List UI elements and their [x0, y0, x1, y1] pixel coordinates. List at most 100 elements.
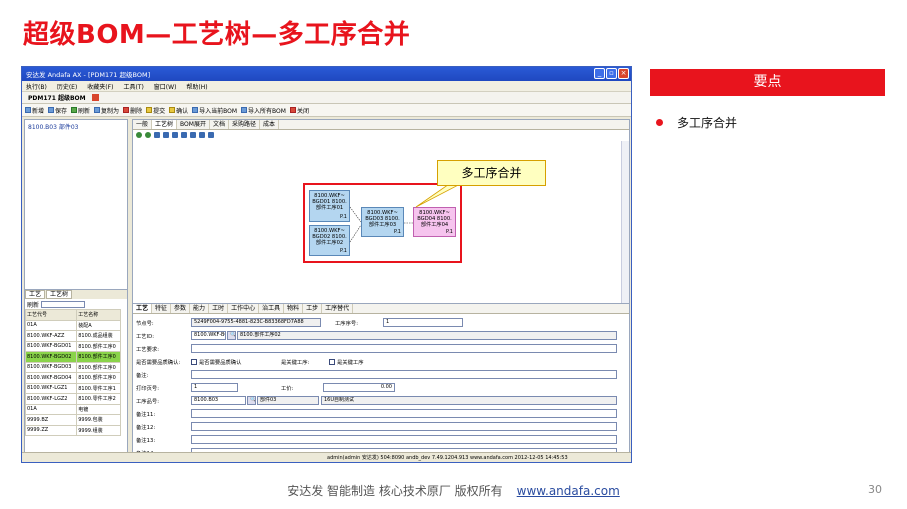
- tab-params[interactable]: 参数: [171, 304, 191, 313]
- tab-general[interactable]: 一般: [133, 120, 153, 129]
- table-row[interactable]: 8100.WKF-AZZ 8100.成品组装: [24, 330, 121, 342]
- note-field[interactable]: [191, 370, 617, 379]
- note13-label: 备注13:: [136, 438, 156, 444]
- confirm-button[interactable]: 确认: [169, 106, 188, 115]
- note13-field[interactable]: [191, 435, 617, 444]
- table-row[interactable]: 8100.WKF-LGZ2 8100.零件工序2: [24, 393, 121, 405]
- note11-label: 备注11:: [136, 412, 156, 418]
- menu-tools[interactable]: 工具(T): [123, 82, 143, 91]
- footer-link[interactable]: www.andafa.com: [517, 484, 620, 498]
- refresh-link[interactable]: 刷新: [27, 300, 39, 309]
- menu-favorites[interactable]: 收藏夹(F): [87, 82, 113, 91]
- cell-name: 8100.零件工序1: [76, 382, 121, 394]
- menu-run[interactable]: 执行(B): [26, 82, 47, 91]
- restore-icon[interactable]: ▫: [606, 68, 617, 79]
- tab-bom-expand[interactable]: BOM展开: [177, 120, 210, 129]
- copy-as-button[interactable]: 复制为: [94, 106, 119, 115]
- note11-field[interactable]: [191, 409, 617, 418]
- import-current-bom-button[interactable]: 导入当前BOM: [192, 106, 237, 115]
- cell-name: 8100.零件工序2: [76, 393, 121, 405]
- tab-feature[interactable]: 特征: [152, 304, 172, 313]
- close-button[interactable]: 关闭: [289, 106, 309, 115]
- menu-help[interactable]: 帮助(H): [186, 82, 207, 91]
- window-title: 安达发 Andafa AX - [PDM171 超级BOM]: [26, 71, 151, 79]
- cell-name: 装配A: [76, 319, 121, 331]
- table-row[interactable]: 8100.WKF-BGD03 8100.部件工序0: [24, 361, 121, 373]
- new-button[interactable]: 新增: [25, 106, 44, 115]
- print-icon[interactable]: [199, 132, 205, 138]
- table-row[interactable]: 8100.WKF-LGZ1 8100.零件工序1: [24, 382, 121, 394]
- save-diagram-icon[interactable]: [208, 132, 214, 138]
- tab-detail-craft[interactable]: 工艺: [133, 304, 153, 313]
- refresh-icon[interactable]: [145, 132, 151, 138]
- table-row[interactable]: 01A 装配A: [24, 319, 121, 331]
- tab-craft[interactable]: 工艺: [25, 290, 46, 299]
- import-all-bom-button[interactable]: 导入所有BOM: [241, 106, 286, 115]
- craft-id-field[interactable]: 8100.WKF-BG: [191, 331, 226, 340]
- tab-material[interactable]: 物料: [284, 304, 304, 313]
- filter-input[interactable]: [41, 300, 86, 308]
- minimize-icon[interactable]: _: [594, 68, 605, 79]
- table-row[interactable]: 8100.WKF-BGD04 8100.部件工序0: [24, 372, 121, 384]
- menu-history[interactable]: 历史(E): [57, 82, 77, 91]
- callout-merge: 多工序合并: [437, 160, 546, 186]
- key-checkbox[interactable]: 是关键工序: [329, 357, 364, 367]
- seq-field[interactable]: 1: [383, 318, 463, 327]
- close-tab-icon[interactable]: [91, 94, 99, 101]
- delete-button[interactable]: 删除: [123, 106, 142, 115]
- tab-purchase-path[interactable]: 采购路径: [229, 120, 260, 129]
- col-header-name[interactable]: 工艺名称: [76, 309, 121, 321]
- go-icon[interactable]: [136, 132, 142, 138]
- cell-code: 8100.WKF-BGD03: [24, 361, 78, 373]
- table-row[interactable]: 9999.BZ 9999.包装: [24, 414, 121, 426]
- tab-step[interactable]: 工步: [303, 304, 323, 313]
- note12-field[interactable]: [191, 422, 617, 431]
- top-tabs: 一般 工艺树 BOM展开 文档 采购路径 成本: [133, 120, 629, 130]
- tab-capacity[interactable]: 能力: [190, 304, 210, 313]
- seq-label: 工序序号:: [335, 321, 358, 327]
- undo-icon[interactable]: [163, 132, 169, 138]
- tab-hours[interactable]: 工时: [209, 304, 229, 313]
- tab-documents[interactable]: 文档: [210, 120, 229, 129]
- table-row[interactable]: 8100.WKF-BGD01 8100.部件工序0: [24, 340, 121, 352]
- refresh-button[interactable]: 刷新: [71, 106, 90, 115]
- menu-window[interactable]: 窗口(W): [154, 82, 177, 91]
- cell-name: 8100.成品组装: [76, 330, 121, 342]
- print-page-field[interactable]: 1: [191, 383, 238, 392]
- cell-code: 8100.WKF-BGD01: [24, 340, 78, 352]
- diagram-toolbar: [133, 130, 629, 140]
- toolbar: 新增 保存 刷新 复制为 删除 提交 确认 导入当前BOM 导入所有BOM 关闭: [22, 104, 631, 117]
- submit-button[interactable]: 提交: [146, 106, 165, 115]
- tab-work-center[interactable]: 工作中心: [228, 304, 260, 313]
- tab-process-tree[interactable]: 工艺树: [152, 120, 178, 129]
- part-lookup-icon[interactable]: 🔍: [247, 396, 256, 405]
- lookup-icon[interactable]: 🔍: [227, 331, 236, 340]
- craft-req-field[interactable]: [191, 344, 617, 353]
- footer-text: 安达发 智能制造 核心技术原厂 版权所有: [287, 484, 503, 498]
- tree-root-item[interactable]: 8100.B03 部件03: [25, 120, 127, 133]
- tab-cost[interactable]: 成本: [260, 120, 279, 129]
- col-header-code[interactable]: 工艺代号: [24, 309, 78, 321]
- part-code-field[interactable]: 8100.B03: [191, 396, 246, 405]
- tab-process-alt[interactable]: 工序替代: [322, 304, 354, 313]
- save-button[interactable]: 保存: [48, 106, 67, 115]
- zoom-in-icon[interactable]: [172, 132, 178, 138]
- tab-craft-tree[interactable]: 工艺树: [46, 290, 73, 299]
- page-number: 30: [868, 483, 882, 496]
- table-row[interactable]: 9999.ZZ 9999.组装: [24, 424, 121, 436]
- part-name-field: 部件03: [257, 396, 319, 405]
- table-row[interactable]: 01A 电镀: [24, 403, 121, 415]
- note-label: 备注:: [136, 373, 149, 379]
- zoom-fit-icon[interactable]: [190, 132, 196, 138]
- price-field[interactable]: 0.00: [323, 383, 395, 392]
- cell-name: 9999.组装: [76, 424, 121, 436]
- tab-fixtures[interactable]: 治工具: [259, 304, 285, 313]
- add-icon[interactable]: [154, 132, 160, 138]
- doc-tab-superbom[interactable]: PDM171 超级BOM: [25, 93, 89, 102]
- table-row[interactable]: 8100.WKF-BGD02 8100.部件工序0: [24, 351, 121, 363]
- cell-code: 01A: [24, 403, 78, 415]
- zoom-out-icon[interactable]: [181, 132, 187, 138]
- close-icon[interactable]: ×: [618, 68, 629, 79]
- qc-checkbox[interactable]: 是否需要品质确认: [191, 357, 241, 367]
- node-id-field: 5249F004-9755-4881-823C-B83368FD7A88: [191, 318, 321, 327]
